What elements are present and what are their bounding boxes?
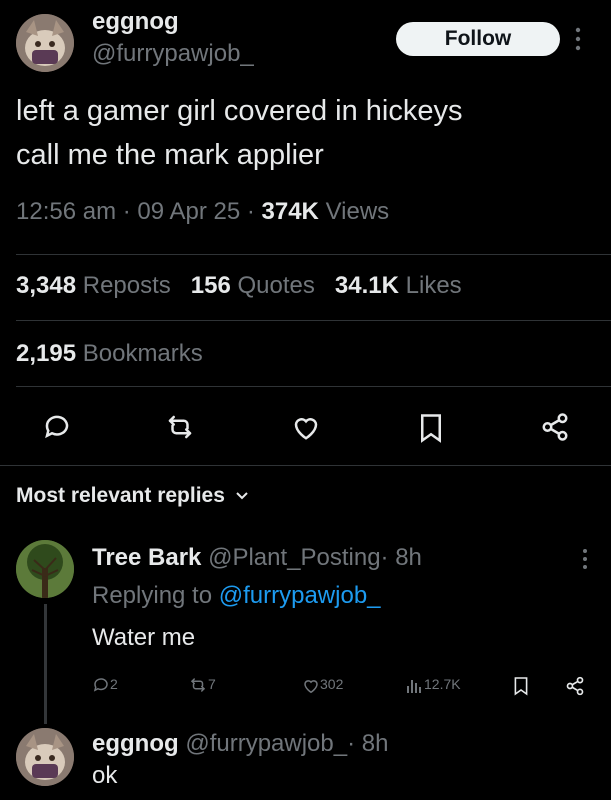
tweet-text-line-1: left a gamer girl covered in hickeys	[16, 95, 463, 127]
furry-avatar-image	[16, 728, 74, 786]
divider	[16, 386, 611, 387]
repost-icon	[188, 676, 208, 694]
reply-time: · 8h	[380, 544, 422, 571]
share-icon[interactable]	[540, 412, 570, 442]
replying-to-handle[interactable]: @furrypawjob_	[219, 582, 381, 609]
quotes-label: Quotes	[237, 272, 315, 299]
reposts-label: Reposts	[82, 272, 171, 299]
likes-stat[interactable]: 34.1K Likes	[335, 272, 462, 299]
furry-avatar-image	[16, 14, 74, 72]
reply2-text: ok	[92, 762, 118, 789]
bookmark-icon[interactable]	[418, 413, 444, 443]
reply-like-count: 302	[320, 676, 344, 692]
tweet-time[interactable]: 12:56 am	[16, 198, 116, 225]
reply-share-icon[interactable]	[565, 676, 585, 696]
reposts-stat[interactable]: 3,348 Reposts	[16, 272, 171, 299]
reply-reply-count: 2	[110, 676, 118, 692]
meta-dot: ·	[122, 198, 131, 225]
reply-icon	[92, 676, 110, 694]
views-count: 374K	[261, 198, 319, 225]
tweet-meta: 12:56 am · 09 Apr 25 · 374K Views	[16, 198, 389, 226]
author-avatar[interactable]	[16, 14, 74, 72]
replies-sort-label: Most relevant replies	[16, 484, 225, 507]
reposts-count: 3,348	[16, 272, 77, 299]
thread-line	[44, 604, 47, 724]
views-chart-icon	[406, 676, 424, 694]
reply-text: Water me	[92, 624, 196, 651]
tweet-date[interactable]: 09 Apr 25	[137, 198, 240, 225]
divider	[0, 465, 611, 466]
likes-label: Likes	[405, 272, 462, 299]
reply-views-action[interactable]: 12.7K	[406, 676, 461, 694]
reply2-time: · 8h	[347, 730, 389, 757]
more-options-icon[interactable]	[574, 26, 582, 52]
reply2-avatar[interactable]	[16, 728, 74, 786]
views-label: Views	[325, 198, 390, 225]
divider	[16, 320, 611, 321]
reply-like-action[interactable]: 302	[302, 676, 343, 694]
repost-icon[interactable]	[165, 412, 195, 442]
quotes-stat[interactable]: 156 Quotes	[191, 272, 315, 299]
replies-sort-dropdown[interactable]: Most relevant replies	[16, 484, 249, 508]
tree-avatar-image	[16, 540, 74, 598]
reply2-header: eggnog @furrypawjob_· 8h	[92, 730, 388, 758]
bookmarks-label: Bookmarks	[82, 340, 203, 367]
like-icon[interactable]	[291, 413, 321, 441]
reply2-author-name[interactable]: eggnog	[92, 730, 179, 757]
reply-icon[interactable]	[42, 412, 72, 442]
author-handle[interactable]: @furrypawjob_	[92, 40, 254, 68]
quotes-count: 156	[190, 272, 231, 299]
reply-bookmark-icon[interactable]	[513, 676, 529, 696]
replying-to-prefix: Replying to	[92, 582, 213, 609]
author-name[interactable]: eggnog	[92, 8, 179, 36]
reply-author-handle[interactable]: @Plant_Posting	[208, 544, 380, 571]
reply-author-name[interactable]: Tree Bark	[92, 544, 201, 571]
reply-repost-count: 7	[208, 676, 216, 692]
bookmarks-stat[interactable]: 2,195 Bookmarks	[16, 340, 203, 368]
tweet-text-line-2: call me the mark applier	[16, 139, 324, 171]
reply-views-count: 12.7K	[424, 676, 461, 692]
engagement-stats: 3,348 Reposts 156 Quotes 34.1K Likes	[16, 272, 462, 300]
likes-count: 34.1K	[334, 272, 399, 299]
replying-to: Replying to @furrypawjob_	[92, 582, 381, 610]
divider	[16, 254, 611, 255]
reply-avatar[interactable]	[16, 540, 74, 598]
chevron-down-icon	[235, 491, 249, 501]
reply-header: Tree Bark @Plant_Posting· 8h	[92, 544, 422, 572]
reply-reply-action[interactable]: 2	[92, 676, 118, 694]
reply-more-options-icon[interactable]	[582, 548, 588, 570]
follow-button[interactable]: Follow	[396, 22, 560, 56]
reply-repost-action[interactable]: 7	[188, 676, 216, 694]
reply2-author-handle[interactable]: @furrypawjob_	[185, 730, 347, 757]
meta-dot: ·	[246, 198, 255, 225]
bookmarks-count: 2,195	[16, 340, 77, 367]
like-icon	[302, 677, 320, 694]
